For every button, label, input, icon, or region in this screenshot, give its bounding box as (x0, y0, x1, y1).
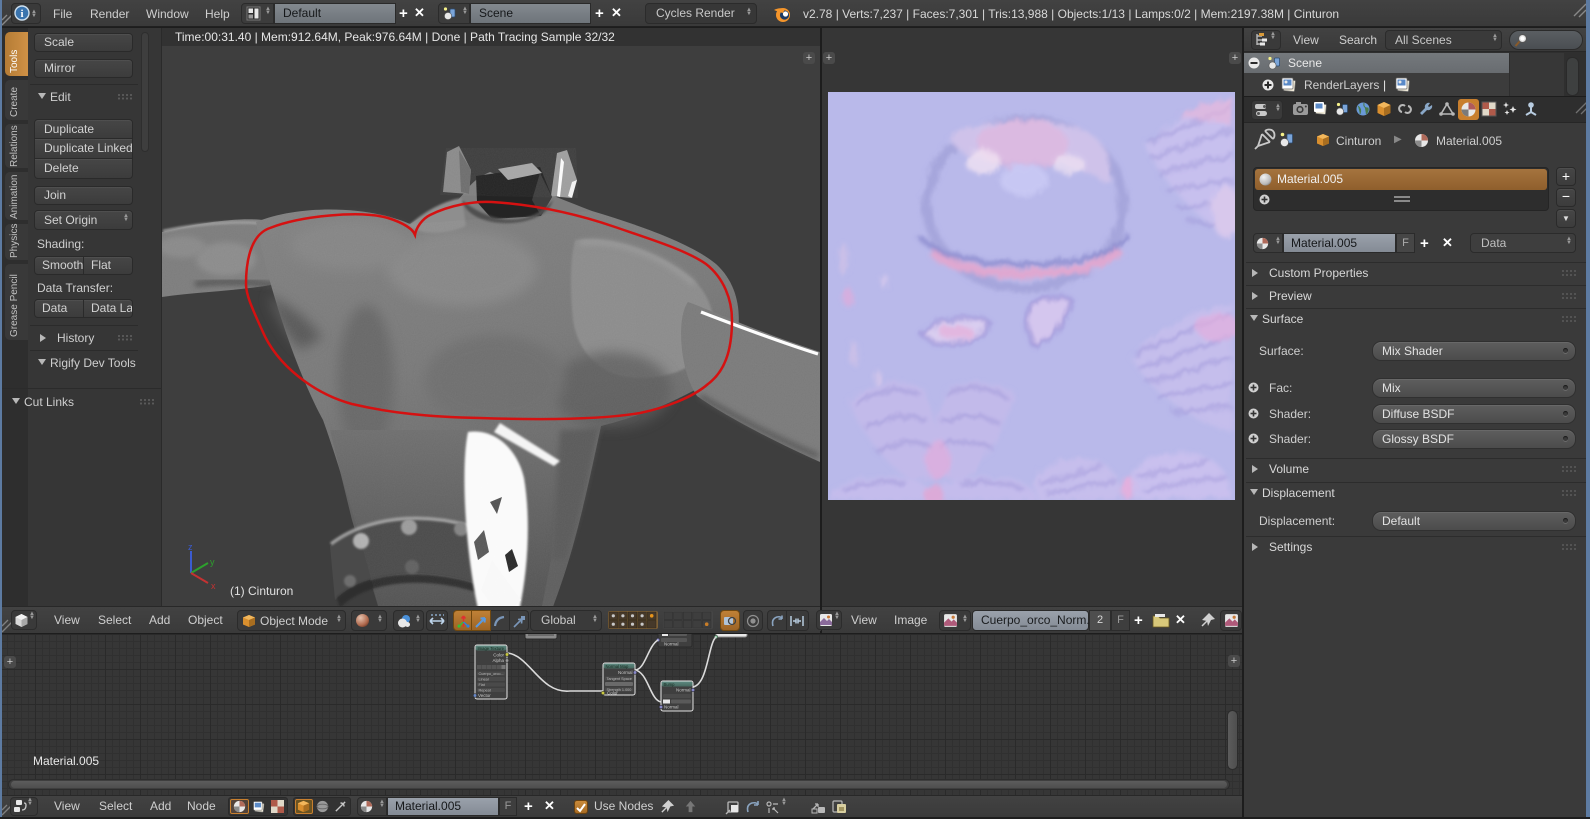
svg-text:Vector: Vector (478, 693, 491, 698)
svg-text:i: i (20, 8, 23, 20)
svg-text:z: z (188, 543, 193, 552)
svg-text:Color: Color (607, 691, 618, 696)
svg-text:Color: Color (493, 653, 504, 658)
svg-text:Tangent Space: Tangent Space (607, 677, 632, 681)
svg-text:Bump: Bump (664, 682, 676, 687)
svg-text:Flat: Flat (479, 683, 486, 687)
svg-text:Normal: Normal (618, 670, 633, 675)
svg-text:Normal: Normal (664, 642, 679, 647)
svg-text:Alpha: Alpha (492, 658, 504, 663)
svg-text:y: y (210, 557, 215, 567)
svg-text:Normal: Normal (676, 688, 691, 693)
svg-text:Linear: Linear (479, 677, 490, 681)
svg-text:Repeat: Repeat (479, 688, 492, 692)
svg-text:Cuerpo_orco...: Cuerpo_orco... (479, 672, 504, 676)
svg-text:Normal Map: Normal Map (606, 664, 629, 669)
svg-text:Image Texture: Image Texture (478, 646, 505, 651)
svg-text:x: x (211, 581, 216, 591)
svg-text:Normal: Normal (664, 705, 679, 710)
